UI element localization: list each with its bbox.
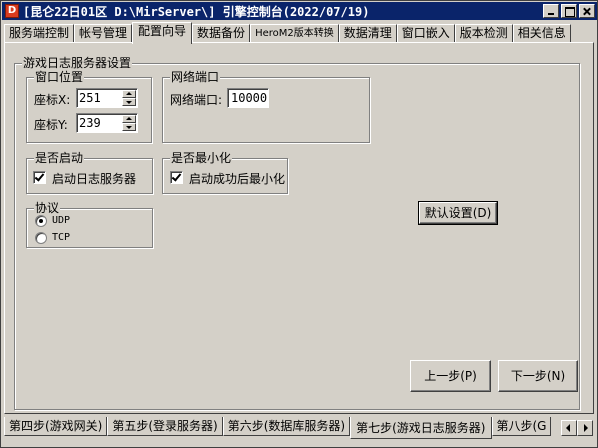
protocol-tcp-radio[interactable]: [35, 232, 47, 244]
tab-step7-log-server[interactable]: 第七步(游戏日志服务器): [350, 417, 492, 439]
autostart-checkbox-label[interactable]: 启动日志服务器: [52, 170, 136, 187]
x-coord-up-icon[interactable]: [122, 90, 136, 98]
tab-step8[interactable]: 第八步(G: [491, 417, 552, 436]
autostart-title: 是否启动: [34, 151, 85, 165]
y-coord-up-icon[interactable]: [122, 115, 136, 123]
tab-config-wizard[interactable]: 配置向导: [132, 22, 193, 44]
x-coord-down-icon[interactable]: [122, 98, 136, 106]
network-port-title: 网络端口: [170, 70, 221, 84]
close-icon[interactable]: [579, 4, 595, 18]
y-coord-label: 座标Y:: [34, 118, 68, 132]
minimize-checkbox[interactable]: [170, 171, 183, 184]
protocol-udp-label[interactable]: UDP: [52, 215, 70, 226]
tab-data-cleanup[interactable]: 数据清理: [338, 24, 397, 43]
protocol-title: 协议: [34, 201, 61, 215]
x-coord-label: 座标X:: [34, 93, 71, 107]
autostart-group: 是否启动 启动日志服务器: [26, 151, 153, 194]
window-position-title: 窗口位置: [34, 70, 85, 84]
minimize-group: 是否最小化 启动成功后最小化: [162, 151, 288, 194]
protocol-group: 协议 UDP TCP: [26, 201, 153, 248]
tab-step5-login-server[interactable]: 第五步(登录服务器): [107, 417, 223, 436]
tab-account-management[interactable]: 帐号管理: [74, 24, 133, 43]
minimize-icon[interactable]: [543, 4, 559, 18]
network-port-label: 网络端口:: [170, 93, 223, 107]
tab-step4-game-gateway[interactable]: 第四步(游戏网关): [4, 417, 108, 436]
y-coord-spinner[interactable]: 239: [76, 113, 138, 133]
title-bar[interactable]: D [昆仑22日01区 D:\MirServer\] 引擎控制台(2022/07…: [2, 2, 597, 20]
autostart-checkbox[interactable]: [33, 171, 46, 184]
app-icon[interactable]: D: [5, 4, 19, 18]
x-coord-spinner[interactable]: 251: [76, 88, 138, 108]
default-settings-button[interactable]: 默认设置(D): [418, 201, 498, 225]
top-tab-strip: 服务端控制 帐号管理 配置向导 数据备份 HeroM2版本转换 数据清理 窗口嵌…: [4, 22, 571, 44]
protocol-udp-radio[interactable]: [35, 215, 47, 227]
x-coord-value: 251: [79, 91, 101, 105]
prev-step-button[interactable]: 上一步(P): [410, 360, 491, 392]
protocol-tcp-label[interactable]: TCP: [52, 232, 70, 243]
tab-scroll-arrows: [561, 420, 593, 436]
network-port-input[interactable]: 10000: [227, 88, 269, 108]
window-controls: [541, 4, 595, 18]
minimize-checkbox-label[interactable]: 启动成功后最小化: [189, 170, 285, 187]
bottom-tab-strip: 第四步(游戏网关) 第五步(登录服务器) 第六步(数据库服务器) 第七步(游戏日…: [4, 417, 552, 439]
next-step-button[interactable]: 下一步(N): [498, 360, 578, 392]
maximize-icon[interactable]: [561, 4, 577, 18]
tab-server-control[interactable]: 服务端控制: [4, 24, 75, 43]
tab-related-info[interactable]: 相关信息: [512, 24, 571, 43]
y-coord-value: 239: [79, 116, 101, 130]
minimize-title: 是否最小化: [170, 151, 233, 165]
tab-window-embed[interactable]: 窗口嵌入: [396, 24, 455, 43]
tab-data-backup[interactable]: 数据备份: [192, 24, 251, 43]
scroll-right-icon[interactable]: [577, 420, 593, 436]
tab-herom2-conversion[interactable]: HeroM2版本转换: [250, 24, 339, 43]
tab-version-check[interactable]: 版本检测: [454, 24, 513, 43]
tab-step6-db-server[interactable]: 第六步(数据库服务器): [222, 417, 351, 436]
main-window: D [昆仑22日01区 D:\MirServer\] 引擎控制台(2022/07…: [0, 0, 598, 448]
window-title: [昆仑22日01区 D:\MirServer\] 引擎控制台(2022/07/1…: [23, 4, 370, 19]
config-panel: 游戏日志服务器设置 窗口位置 座标X: 251 座标Y: 239 网络端口 网络…: [4, 42, 594, 414]
log-server-settings-title: 游戏日志服务器设置: [22, 56, 133, 70]
y-coord-down-icon[interactable]: [122, 123, 136, 131]
window-position-group: 窗口位置 座标X: 251 座标Y: 239: [26, 70, 152, 143]
network-port-group: 网络端口 网络端口: 10000: [162, 70, 370, 143]
scroll-left-icon[interactable]: [561, 420, 577, 436]
